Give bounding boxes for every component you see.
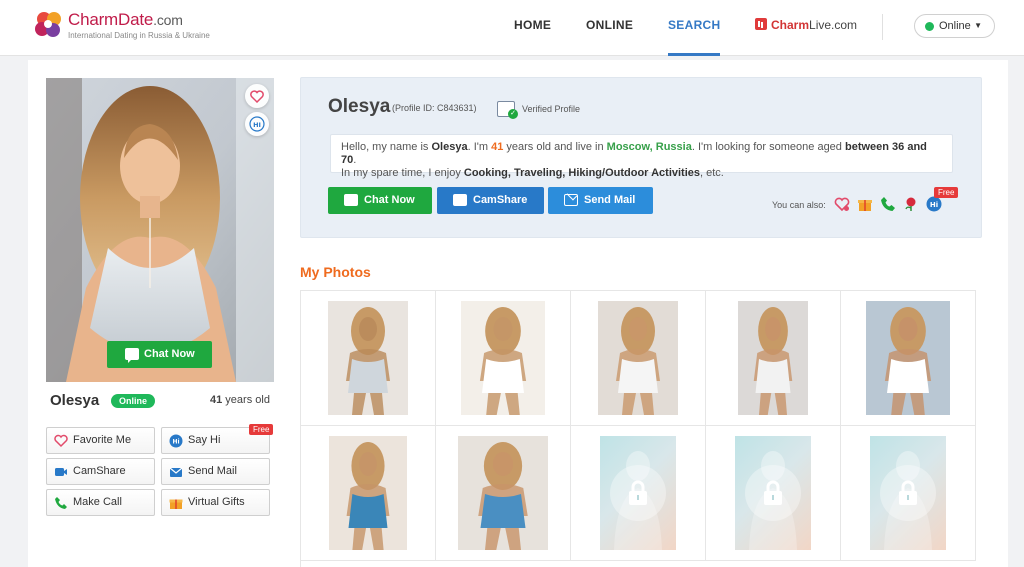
my-photos-heading: My Photos	[300, 264, 371, 280]
camshare-button[interactable]: CamShare	[46, 458, 155, 485]
chat-now-button[interactable]: Chat Now	[328, 187, 432, 214]
profile-age: 41 years old	[210, 394, 270, 406]
profile-id: (Profile ID: C843631)	[392, 103, 477, 113]
nav-charmlive[interactable]: CharmLive.com	[755, 0, 857, 56]
photo-thumbnail[interactable]	[329, 436, 407, 550]
photo-thumbnail[interactable]	[598, 301, 678, 415]
logo-wordmark: CharmDate.com	[68, 10, 183, 29]
heart-icon	[250, 89, 264, 103]
chat-bubble-icon	[344, 194, 358, 206]
profile-intro-text: Hello, my name is Olesya. I'm 41 years o…	[330, 134, 953, 179]
mail-icon	[564, 194, 578, 206]
nav-online[interactable]: ONLINE	[586, 0, 633, 56]
online-dot-icon	[925, 22, 934, 31]
add-favorite-icon[interactable]	[245, 84, 269, 108]
check-icon: ✓	[508, 109, 518, 119]
say-hi-icon[interactable]: Hi	[926, 196, 942, 212]
photo-cell[interactable]	[841, 291, 976, 426]
charmdate-logo[interactable]: CharmDate.com International Dating in Ru…	[34, 8, 224, 48]
photo-image	[329, 436, 407, 550]
photo-grid	[300, 290, 976, 567]
top-header: CharmDate.com International Dating in Ru…	[0, 0, 1024, 56]
photo-thumbnail[interactable]	[458, 436, 548, 550]
locked-photo-thumbnail[interactable]	[870, 436, 946, 550]
virtual-gifts-button[interactable]: Virtual Gifts	[161, 489, 270, 516]
you-can-also-label: You can also:	[772, 200, 826, 210]
lock-icon	[899, 480, 917, 505]
online-status-badge: Online	[111, 394, 156, 408]
favorite-heart-icon[interactable]	[834, 196, 850, 212]
online-status-dropdown[interactable]: Online ▼	[914, 14, 995, 38]
portrait-illustration	[46, 78, 274, 382]
locked-photo-cell[interactable]	[841, 426, 976, 561]
caret-down-icon: ▼	[974, 21, 982, 30]
send-mail-top-button[interactable]: Send Mail	[548, 187, 653, 214]
profile-title-name: Olesya	[328, 96, 391, 117]
photo-cell[interactable]	[436, 291, 571, 426]
logo-tagline: International Dating in Russia & Ukraine	[68, 31, 210, 40]
rose-icon[interactable]	[903, 196, 919, 212]
photo-cell[interactable]	[436, 426, 571, 561]
status-label: Online	[939, 20, 971, 32]
live-icon	[755, 18, 767, 30]
camera-icon	[55, 468, 67, 476]
hi-bubble-icon: HI	[249, 116, 265, 132]
photo-cell[interactable]	[706, 291, 841, 426]
photo-cell[interactable]	[301, 426, 436, 561]
svg-text:Hi: Hi	[172, 439, 179, 446]
nav-search[interactable]: SEARCH	[668, 0, 721, 56]
photo-image	[461, 301, 545, 415]
photo-cell[interactable]	[571, 291, 706, 426]
photo-thumbnail[interactable]	[738, 301, 808, 415]
locked-photo-cell[interactable]	[571, 426, 706, 561]
lock-icon	[764, 480, 782, 505]
logo-mark-icon	[35, 12, 61, 37]
make-call-button[interactable]: Make Call	[46, 489, 155, 516]
photo-image	[328, 301, 408, 415]
lock-icon	[629, 480, 647, 505]
say-hi-icon[interactable]: HI	[245, 112, 269, 136]
chat-bubble-icon	[125, 348, 139, 363]
photo-image	[866, 301, 950, 415]
phone-icon[interactable]	[880, 196, 896, 212]
phone-icon	[55, 497, 67, 509]
favorite-me-button[interactable]: Favorite Me	[46, 427, 155, 454]
photo-cell[interactable]	[301, 291, 436, 426]
photo-thumbnail[interactable]	[328, 301, 408, 415]
photo-thumbnail[interactable]	[866, 301, 950, 415]
locked-photo-thumbnail[interactable]	[735, 436, 811, 550]
photo-image	[598, 301, 678, 415]
photo-image	[458, 436, 548, 550]
photo-chat-now-button[interactable]: Chat Now	[107, 341, 212, 368]
locked-photo-cell[interactable]	[706, 426, 841, 561]
verified-profile-badge: ✓ Verified Profile	[497, 101, 580, 119]
locked-photo-thumbnail[interactable]	[600, 436, 676, 550]
heart-plus-icon	[54, 434, 68, 448]
hi-icon: Hi	[169, 434, 183, 448]
svg-text:HI: HI	[253, 121, 261, 129]
svg-text:Hi: Hi	[930, 201, 938, 209]
profile-name: Olesya	[50, 392, 100, 409]
send-mail-button[interactable]: Send Mail	[161, 458, 270, 485]
profile-main-photo[interactable]	[46, 78, 274, 382]
gift-icon[interactable]	[857, 196, 873, 212]
photo-image	[738, 301, 808, 415]
photo-thumbnail[interactable]	[461, 301, 545, 415]
nav-home[interactable]: HOME	[514, 0, 551, 56]
free-tag: Free	[249, 424, 274, 435]
free-tag: Free	[934, 187, 959, 198]
camshare-top-button[interactable]: CamShare	[437, 187, 544, 214]
gift-icon	[169, 499, 183, 509]
camshare-icon	[453, 194, 467, 206]
nav-divider	[882, 14, 883, 40]
mail-icon	[169, 467, 183, 477]
